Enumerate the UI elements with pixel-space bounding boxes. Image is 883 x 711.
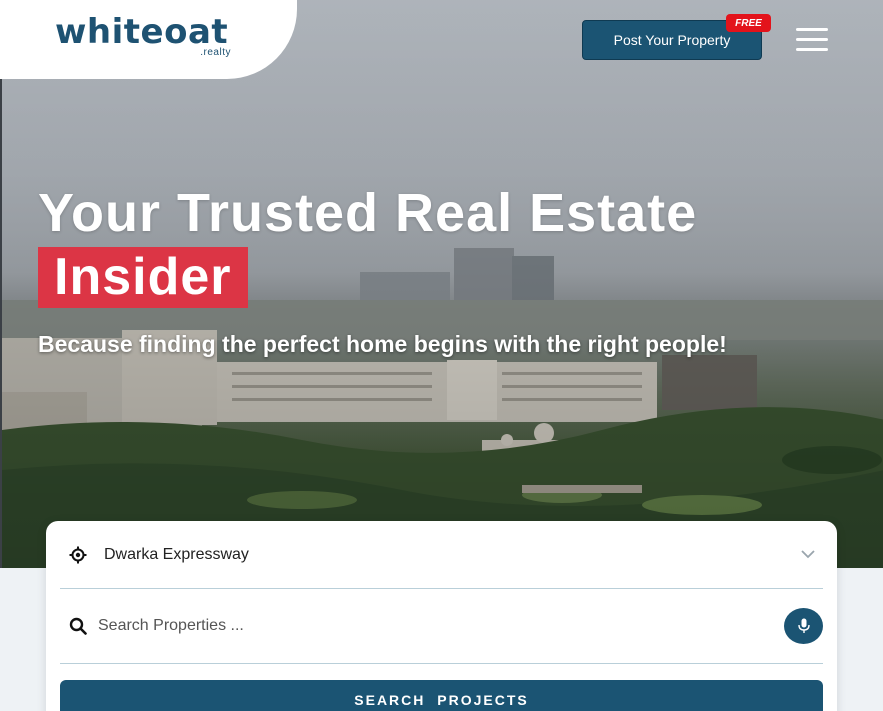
location-value: Dwarka Expressway xyxy=(104,545,249,563)
menu-line xyxy=(796,48,828,51)
menu-line xyxy=(796,28,828,31)
search-input[interactable] xyxy=(98,617,784,635)
location-target-icon xyxy=(60,546,96,564)
location-select[interactable]: Dwarka Expressway xyxy=(60,521,823,589)
hero-headline: Your Trusted Real Estate xyxy=(38,183,698,243)
brand-logo[interactable]: whiteoat .realty xyxy=(55,15,235,61)
logo-container: whiteoat .realty xyxy=(0,0,297,79)
menu-line xyxy=(796,38,828,41)
mic-icon[interactable] xyxy=(784,608,823,644)
brand-logo-subtext: .realty xyxy=(200,47,231,58)
free-badge: FREE xyxy=(726,14,771,32)
search-icon xyxy=(60,617,96,635)
hamburger-icon[interactable] xyxy=(796,28,828,52)
hero-highlight: Insider xyxy=(38,247,248,308)
search-card: Dwarka Expressway SEARCH PROJECTS xyxy=(46,521,837,711)
search-row xyxy=(60,589,823,664)
search-projects-button[interactable]: SEARCH PROJECTS xyxy=(60,680,823,711)
hero-subline: Because finding the perfect home begins … xyxy=(38,331,727,357)
brand-logo-wordmark: whiteoat xyxy=(55,12,229,52)
chevron-down-icon[interactable] xyxy=(793,550,823,559)
